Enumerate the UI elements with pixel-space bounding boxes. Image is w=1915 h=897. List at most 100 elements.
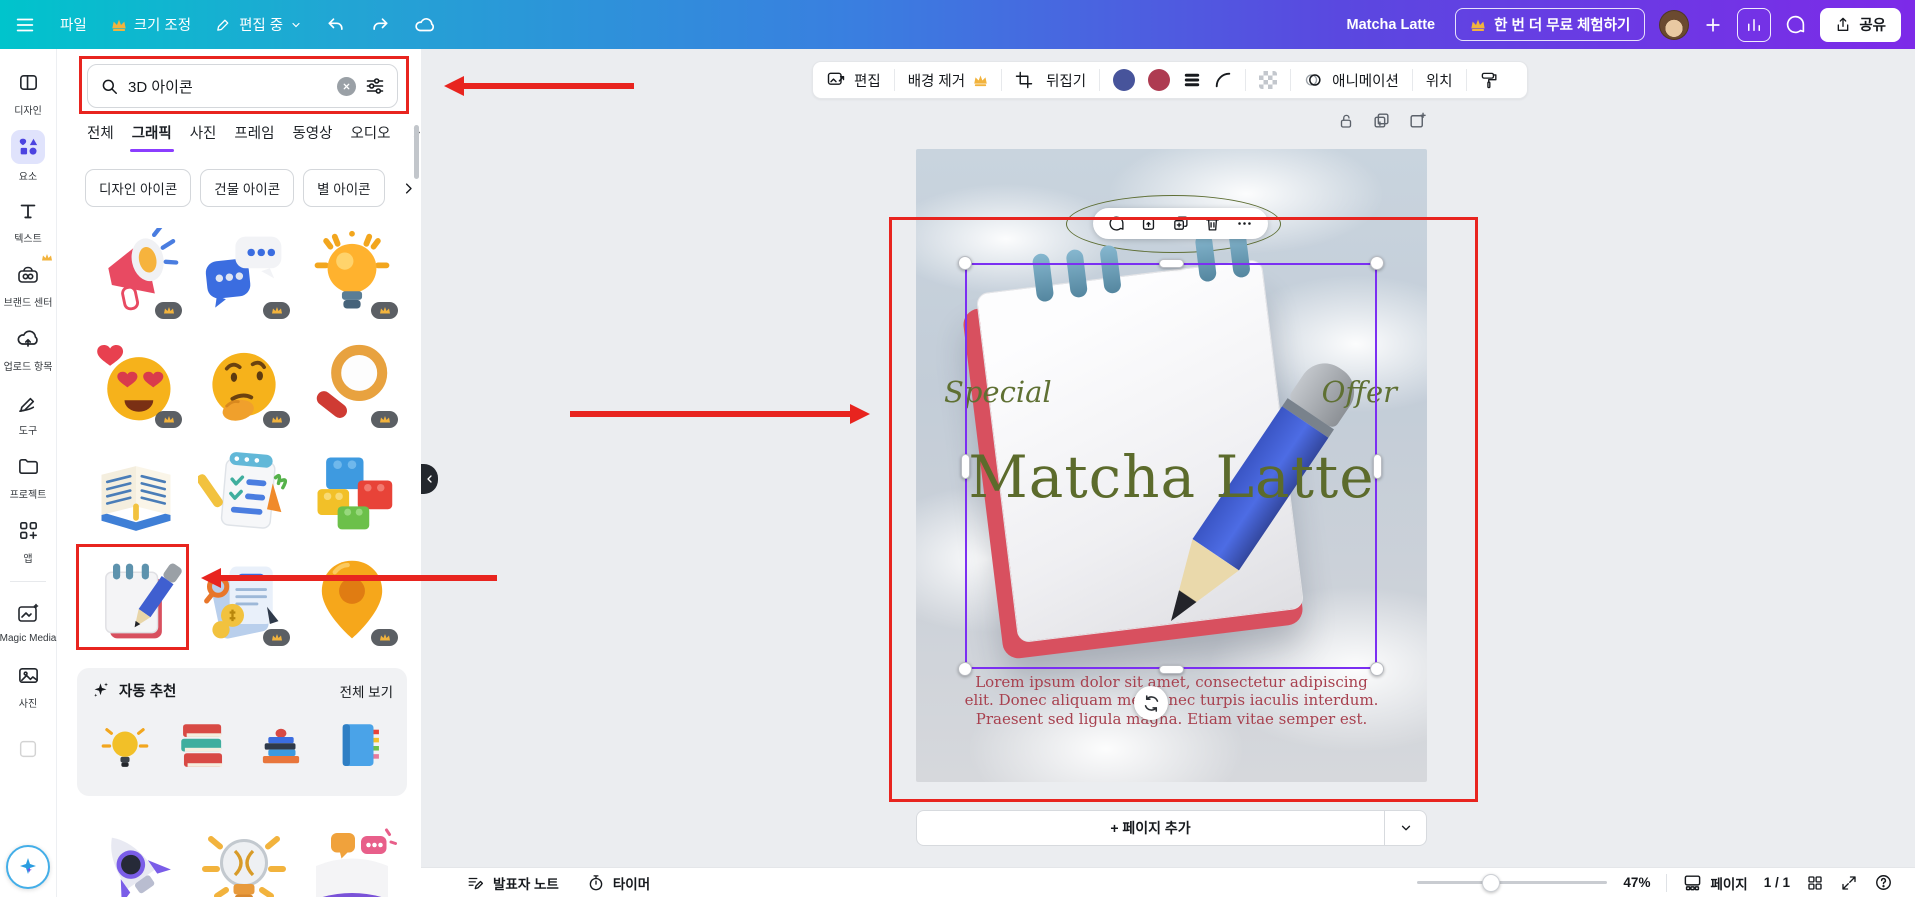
result-sketch-bulb[interactable] [194,824,294,897]
comments-button[interactable] [1785,14,1806,35]
add-page-dropdown[interactable] [1384,811,1426,845]
tab-all[interactable]: 전체 [87,122,114,143]
result-finance-docs[interactable] [194,553,294,649]
result-lego-blocks[interactable] [302,444,402,540]
insights-button[interactable] [1737,7,1772,42]
fullscreen-button[interactable] [1840,874,1858,892]
stroke-weight-button[interactable] [1183,71,1201,89]
search-bar[interactable] [87,64,398,108]
pages-view-button[interactable]: 페이지 [1683,873,1748,893]
zoom-slider-knob[interactable] [1482,873,1501,892]
delete-button[interactable] [1204,215,1221,232]
chip-design-icons[interactable]: 디자인 아이콘 [85,169,192,207]
result-chat-bubbles[interactable] [194,226,294,322]
sidebar-item-projects[interactable]: 프로젝트 [0,447,56,505]
lock-button[interactable] [1140,215,1157,232]
thumb-blue-book[interactable] [325,713,393,779]
copy-style-button[interactable] [1480,71,1499,90]
tab-photos[interactable]: 사진 [190,122,217,143]
add-page-icon-button[interactable] [1408,111,1427,130]
filter-button[interactable] [365,76,385,96]
sparkle-icon [94,682,109,697]
color-swatch-red[interactable] [1148,69,1171,91]
clear-search-button[interactable] [337,76,356,96]
help-button[interactable] [1874,873,1893,892]
sidebar-item-magic-media[interactable]: Magic Media [0,592,56,650]
lock-page-button[interactable] [1337,111,1355,130]
chip-star-icons[interactable]: 별 아이콘 [303,169,385,207]
file-menu[interactable]: 파일 [60,14,87,35]
comment-button[interactable] [1108,215,1125,232]
result-rocket[interactable] [86,824,186,897]
zoom-slider[interactable] [1417,873,1608,892]
menu-icon[interactable] [14,14,36,36]
search-input[interactable] [128,77,328,95]
selection-handle-bottom-left[interactable] [958,662,972,676]
result-open-book[interactable] [86,444,186,540]
add-page-button[interactable]: + 페이지 추가 [916,810,1427,846]
folder-icon [11,452,45,482]
sidebar-item-apps[interactable]: 앱 [0,511,56,569]
result-lightbulb[interactable] [302,226,402,322]
tab-frames[interactable]: 프레임 [234,122,274,143]
selection-handle-bottom[interactable] [1159,665,1184,674]
animate-button[interactable]: 애니메이션 [1304,70,1399,91]
panel-scrollbar[interactable] [414,125,419,179]
undo-button[interactable] [326,15,346,35]
selection-handle-right[interactable] [1373,454,1382,479]
curve-button[interactable] [1214,71,1232,89]
duplicate-button[interactable] [1172,215,1189,232]
see-all-link[interactable]: 전체 보기 [340,681,393,701]
sidebar-item-tools[interactable]: 도구 [0,383,56,441]
editing-mode-menu[interactable]: 편집 중 [215,14,302,35]
canva-assistant-button[interactable] [6,845,50,889]
redo-button[interactable] [370,15,390,35]
chip-building-icons[interactable]: 건물 아이콘 [200,169,295,207]
sidebar-item-design[interactable]: 디자인 [0,63,56,121]
sidebar-item-uploads[interactable]: 업로드 항목 [0,319,56,377]
more-options-button[interactable] [1236,215,1253,232]
result-magnifier[interactable] [302,335,402,431]
sidebar-item-photos[interactable]: 사진 [0,656,56,714]
duplicate-page-button[interactable] [1372,111,1391,130]
crop-button[interactable] [1015,71,1033,89]
presenter-notes-button[interactable]: 발표자 노트 [467,873,559,893]
selection-handle-top[interactable] [1159,259,1184,268]
design-page[interactable]: Special Offer Matcha Latte Lorem ipsum d… [916,149,1427,782]
selection-handle-top-left[interactable] [958,256,972,270]
edit-image-button[interactable]: 편집 [826,70,881,91]
thumb-small-book-stack[interactable] [247,713,315,779]
result-thinking-emoji[interactable] [194,335,294,431]
design-body-text[interactable]: Lorem ipsum dolor sit amet, consectetur … [961,673,1382,728]
result-checklist[interactable] [194,444,294,540]
tab-videos[interactable]: 동영상 [292,122,332,143]
sidebar-item-brand-center[interactable]: 브랜드 센터 [0,253,56,313]
share-button[interactable]: 공유 [1820,7,1901,42]
timer-button[interactable]: 타이머 [587,873,650,893]
background-remove-button[interactable]: 배경 제거 [908,70,988,91]
result-location-pin[interactable] [302,553,402,649]
sidebar-item-text[interactable]: 텍스트 [0,191,56,249]
transparency-button[interactable] [1259,71,1278,89]
add-member-button[interactable] [1703,15,1723,35]
result-dictionary-book[interactable] [302,824,402,897]
thumb-lightbulb[interactable] [91,713,159,779]
free-trial-button[interactable]: 한 번 더 무료 체험하기 [1455,8,1646,41]
color-swatch-blue[interactable] [1113,69,1136,91]
grid-view-button[interactable] [1806,874,1824,892]
rotate-handle[interactable] [1134,686,1168,720]
thumb-red-book-stack[interactable] [169,713,237,779]
selection-handle-top-right[interactable] [1370,256,1384,270]
selection-handle-left[interactable] [961,454,970,479]
sidebar-item-elements[interactable]: 요소 [0,127,56,185]
selection-handle-bottom-right[interactable] [1370,662,1384,676]
result-megaphone[interactable] [86,226,186,322]
avatar[interactable] [1659,9,1690,40]
tab-audio[interactable]: 오디오 [350,122,390,143]
tab-graphics[interactable]: 그래픽 [129,122,174,152]
position-button[interactable]: 위치 [1426,70,1453,91]
result-heart-eyes-emoji[interactable] [86,335,186,431]
result-notepad-pencil[interactable] [86,553,186,649]
flip-button[interactable]: 뒤집기 [1046,70,1086,91]
resize-menu[interactable]: 크기 조정 [111,14,191,35]
